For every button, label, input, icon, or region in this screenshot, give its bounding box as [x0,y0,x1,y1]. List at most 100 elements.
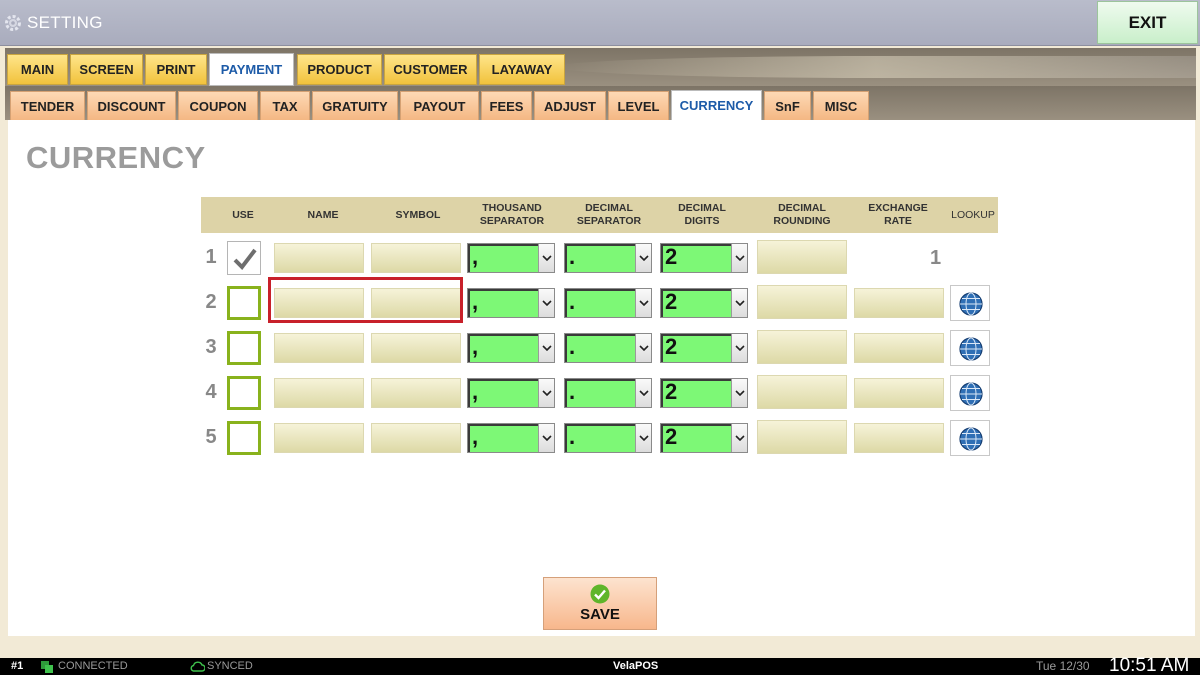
thousand-separator-select[interactable]: , [467,333,555,363]
chevron-down-icon [731,289,747,317]
symbol-field[interactable] [371,423,461,453]
tab-level[interactable]: LEVEL [608,91,669,121]
globe-icon [959,337,983,361]
gear-icon [5,15,21,31]
tab-currency[interactable]: CURRENCY [671,90,762,121]
thousand-separator-select[interactable]: , [467,243,555,273]
select-value: . [569,424,576,449]
thousand-separator-select[interactable]: , [467,378,555,408]
select-value: 2 [665,289,678,314]
symbol-field[interactable] [371,243,461,273]
thousand-separator-select[interactable]: , [467,288,555,318]
check-circle-icon [590,584,610,604]
tab-product[interactable]: PRODUCT [297,54,382,85]
decimal-digits-select[interactable]: 2 [660,378,748,408]
tab-payout[interactable]: PAYOUT [400,91,479,121]
brand-name: VelaPOS [613,660,659,672]
lookup-button[interactable] [950,420,990,456]
decimal-separator-select[interactable]: . [564,243,652,273]
lookup-button[interactable] [950,285,990,321]
tab-fees[interactable]: FEES [481,91,532,121]
row-number: 1 [205,246,217,268]
decimal-rounding-field[interactable] [757,285,847,319]
status-bar: #1 CONNECTED SYNCED VelaPOS Tue 12/30 10… [0,655,1200,675]
row-number: 2 [205,291,217,313]
use-checkbox[interactable] [227,376,261,410]
chevron-down-icon [635,244,651,272]
use-checkbox[interactable] [227,286,261,320]
chevron-down-icon [731,244,747,272]
decimal-separator-select[interactable]: . [564,333,652,363]
exchange-rate-field[interactable] [854,378,944,408]
decimal-digits-select[interactable]: 2 [660,423,748,453]
select-value: , [472,244,479,269]
decimal-rounding-field[interactable] [757,330,847,364]
select-value: , [472,424,479,449]
header-symbol: SYMBOL [395,208,441,221]
globe-icon [959,427,983,451]
chevron-down-icon [538,244,554,272]
header-decimal-rounding: DECIMAL ROUNDING [773,202,831,227]
select-value: . [569,289,576,314]
decimal-digits-select[interactable]: 2 [660,288,748,318]
tab-tender[interactable]: TENDER [10,91,85,121]
decimal-rounding-field[interactable] [757,375,847,409]
use-checkbox[interactable] [227,331,261,365]
tab-adjust[interactable]: ADJUST [534,91,606,121]
station-number: #1 [11,660,24,672]
name-field[interactable] [274,378,364,408]
header-use: USE [232,208,254,221]
tab-print[interactable]: PRINT [145,54,207,85]
tab-tax[interactable]: TAX [260,91,310,121]
chevron-down-icon [635,334,651,362]
tab-snf[interactable]: SnF [764,91,811,121]
select-value: , [472,289,479,314]
content-panel: CURRENCY USE NAME SYMBOL THOUSAND SEPARA… [8,120,1195,636]
chevron-down-icon [635,424,651,452]
decimal-separator-select[interactable]: . [564,423,652,453]
decimal-separator-select[interactable]: . [564,288,652,318]
row-number: 3 [205,336,217,358]
exchange-rate-field[interactable] [854,423,944,453]
exchange-rate-field[interactable] [854,333,944,363]
tab-coupon[interactable]: COUPON [178,91,258,121]
tab-gratuity[interactable]: GRATUITY [312,91,398,121]
save-label: SAVE [580,606,620,623]
decimal-rounding-field[interactable] [757,240,847,274]
tab-payment[interactable]: PAYMENT [209,53,294,86]
tab-discount[interactable]: DISCOUNT [87,91,176,121]
tab-layaway[interactable]: LAYAWAY [479,54,565,85]
use-checkbox[interactable] [227,421,261,455]
chevron-down-icon [538,379,554,407]
tab-screen[interactable]: SCREEN [70,54,143,85]
name-field[interactable] [274,423,364,453]
tab-customer[interactable]: CUSTOMER [384,54,477,85]
exchange-rate-value: 1 [930,247,942,269]
decimal-digits-select[interactable]: 2 [660,243,748,273]
chevron-down-icon [731,334,747,362]
lookup-button[interactable] [950,330,990,366]
header-decimal-separator: DECIMAL SEPARATOR [576,202,642,227]
name-field[interactable] [274,243,364,273]
decimal-digits-select[interactable]: 2 [660,333,748,363]
save-button[interactable]: SAVE [543,577,657,630]
symbol-field[interactable] [371,378,461,408]
exchange-rate-field[interactable] [854,288,944,318]
header-thousand-separator: THOUSAND SEPARATOR [479,202,545,227]
thousand-separator-select[interactable]: , [467,423,555,453]
exit-button[interactable]: EXIT [1097,1,1198,44]
header-name: NAME [307,208,339,221]
select-value: . [569,379,576,404]
name-field[interactable] [274,333,364,363]
use-checkbox[interactable] [227,241,261,275]
cloud-icon [190,661,205,672]
decimal-separator-select[interactable]: . [564,378,652,408]
tab-misc[interactable]: MISC [813,91,869,121]
header-lookup: LOOKUP [951,208,995,221]
lookup-button[interactable] [950,375,990,411]
select-value: 2 [665,379,678,404]
symbol-field[interactable] [371,333,461,363]
decimal-rounding-field[interactable] [757,420,847,454]
tab-main[interactable]: MAIN [7,54,68,85]
status-time: 10:51 AM [1109,655,1190,675]
